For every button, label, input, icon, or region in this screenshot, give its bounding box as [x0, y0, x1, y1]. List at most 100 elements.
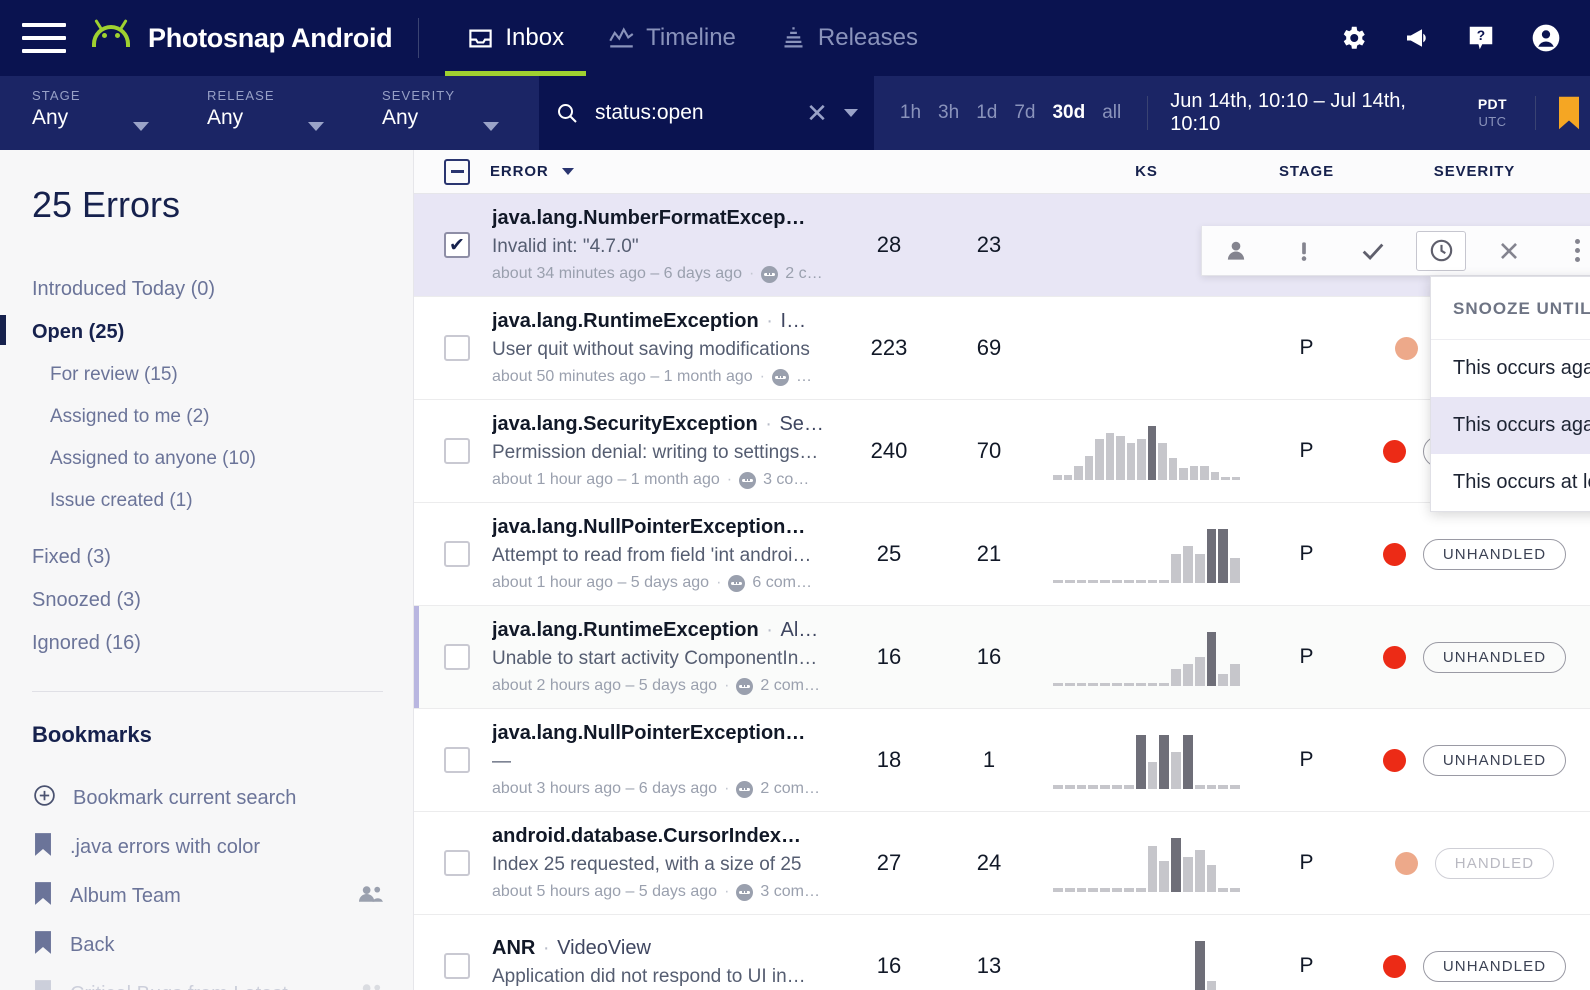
sparkline-bar — [1147, 580, 1158, 583]
timezone-primary: PDT — [1477, 96, 1508, 113]
row-checkbox[interactable] — [444, 438, 470, 464]
error-description: Invalid int: "4.7.0" — [492, 236, 639, 257]
sparkline-bar — [1147, 762, 1158, 789]
sparkline-bar — [1158, 443, 1167, 480]
column-header-spark[interactable]: KS — [1039, 163, 1254, 180]
account-icon[interactable] — [1530, 22, 1562, 54]
range-30d[interactable]: 30d — [1052, 102, 1085, 124]
row-checkbox[interactable] — [444, 232, 470, 258]
search-clear-icon[interactable]: ✕ — [806, 100, 828, 126]
snooze-option-occurs-again-after[interactable]: This occurs again after… — [1431, 397, 1590, 454]
table-row[interactable]: java.lang.RuntimeException · Al… Unable t… — [414, 606, 1590, 709]
search-box[interactable]: status:open ✕ — [539, 76, 874, 150]
sparkline-bar — [1218, 888, 1229, 892]
sidebar-item-open[interactable]: Open (25) — [0, 311, 383, 354]
tab-releases-label: Releases — [817, 24, 918, 51]
stage-value: P — [1299, 336, 1314, 359]
sparkline-bar — [1230, 664, 1240, 686]
bookmark-current-search-button[interactable]: Bookmark current search — [32, 774, 383, 823]
meta-separator: · — [724, 780, 730, 797]
sidebar-item-snoozed[interactable]: Snoozed (3) — [32, 579, 383, 622]
error-timestamp: about 50 minutes ago – 1 month ago — [492, 368, 753, 385]
table-row[interactable]: java.lang.NullPointerException… — about 3 … — [414, 709, 1590, 812]
bookmark-item-critical-bugs[interactable]: Critical Bugs from Latest — [32, 970, 383, 990]
sidebar-item-for-review[interactable]: For review (15) — [32, 354, 383, 396]
range-1h[interactable]: 1h — [900, 102, 921, 124]
range-3h[interactable]: 3h — [938, 102, 959, 124]
assign-icon[interactable] — [1211, 231, 1261, 271]
error-sort-control[interactable]: ERROR — [490, 163, 574, 180]
table-row[interactable]: java.lang.RuntimeException · I… User quit… — [414, 297, 1590, 400]
row-checkbox[interactable] — [444, 541, 470, 567]
sidebar-item-assigned-to-anyone[interactable]: Assigned to anyone (10) — [32, 438, 383, 480]
bookmark-flag-icon[interactable] — [1554, 76, 1584, 150]
help-icon[interactable]: ? — [1466, 23, 1496, 53]
row-checkbox[interactable] — [444, 747, 470, 773]
sidebar-item-issue-created[interactable]: Issue created (1) — [32, 480, 383, 522]
tab-releases[interactable]: Releases — [758, 0, 940, 76]
column-header-severity[interactable]: SEVERITY — [1359, 163, 1590, 180]
bookmark-item-java-errors[interactable]: .java errors with color — [32, 823, 383, 872]
range-all[interactable]: all — [1102, 102, 1121, 124]
table-header-row: ERROR KS STAGE SEVERITY — [414, 150, 1590, 194]
sparkline-bar — [1194, 850, 1205, 892]
sparkline-bar — [1088, 580, 1099, 583]
error-title: java.lang.RuntimeException · I… — [492, 310, 807, 332]
snooze-option-occurs-at-least[interactable]: This occurs at least… — [1431, 454, 1590, 511]
table-row[interactable]: java.lang.SecurityException · Se… Permiss… — [414, 400, 1590, 503]
tab-timeline[interactable]: Timeline — [586, 0, 758, 76]
sidebar-item-ignored[interactable]: Ignored (16) — [32, 622, 383, 665]
severity-dot — [1382, 954, 1406, 978]
error-title: java.lang.SecurityException · Se… — [492, 413, 824, 435]
stage-filter[interactable]: STAGE Any — [0, 76, 175, 150]
search-dropdown-icon[interactable] — [843, 109, 858, 117]
search-input[interactable]: status:open — [595, 101, 790, 125]
sidebar-item-introduced-today[interactable]: Introduced Today (0) — [32, 268, 383, 311]
more-icon[interactable] — [1553, 231, 1590, 271]
check-icon[interactable] — [1348, 231, 1398, 271]
bookmark-item-back[interactable]: Back — [32, 921, 383, 970]
close-icon[interactable] — [1484, 231, 1534, 271]
title-separator: · — [759, 413, 778, 435]
sparkline-chart — [1039, 628, 1254, 686]
priority-icon[interactable] — [1279, 231, 1329, 271]
range-7d[interactable]: 7d — [1014, 102, 1035, 124]
sparkline-chart — [1039, 834, 1254, 892]
snooze-option-occurs-again[interactable]: This occurs again… — [1431, 340, 1590, 397]
column-header-stage[interactable]: STAGE — [1254, 163, 1359, 180]
severity-dot — [1394, 336, 1418, 360]
row-checkbox[interactable] — [444, 335, 470, 361]
tab-inbox[interactable]: Inbox — [445, 0, 586, 76]
range-1d[interactable]: 1d — [976, 102, 997, 124]
megaphone-icon[interactable] — [1402, 23, 1432, 53]
gear-icon[interactable] — [1338, 23, 1368, 53]
severity-filter[interactable]: SEVERITY Any — [350, 76, 525, 150]
table-row[interactable]: java.lang.NullPointerException… Attempt t… — [414, 503, 1590, 606]
sparkline-chart — [1039, 319, 1254, 377]
bookmark-item-album-team[interactable]: Album Team — [32, 872, 383, 921]
release-filter[interactable]: RELEASE Any — [175, 76, 350, 150]
severity-dot — [1382, 748, 1406, 772]
sparkline-bar — [1182, 857, 1193, 892]
select-all-checkbox[interactable] — [444, 158, 470, 185]
error-text: java.lang.SecurityException · Se… Permiss… — [492, 413, 824, 489]
date-range-display[interactable]: Jun 14th, 10:10 – Jul 14th, 10:10 PDT UT… — [1148, 76, 1535, 150]
snooze-option-label: This occurs again after… — [1453, 414, 1590, 436]
stage-filter-value: Any — [32, 106, 69, 129]
sparkline-bar — [1064, 888, 1075, 892]
row-checkbox[interactable] — [444, 644, 470, 670]
error-timestamp: about 1 hour ago – 1 month ago — [492, 471, 720, 488]
sidebar-nav: Introduced Today (0) Open (25) For revie… — [0, 268, 383, 665]
table-row[interactable]: ANR · VideoView Application did not respo… — [414, 915, 1590, 990]
row-checkbox[interactable] — [444, 953, 470, 979]
table-row[interactable]: android.database.CursorIndex… Index 25 re… — [414, 812, 1590, 915]
sidebar-item-assigned-to-me[interactable]: Assigned to me (2) — [32, 396, 383, 438]
timezone-toggle[interactable]: PDT UTC — [1466, 96, 1513, 130]
sidebar-item-fixed[interactable]: Fixed (3) — [32, 536, 383, 579]
comment-count: 2 c… — [785, 265, 823, 282]
sparkline-bar — [1218, 529, 1229, 583]
hamburger-menu-icon[interactable] — [22, 23, 66, 53]
sparkline-bar — [1206, 981, 1217, 990]
row-checkbox[interactable] — [444, 850, 470, 876]
clock-icon[interactable] — [1416, 230, 1467, 271]
